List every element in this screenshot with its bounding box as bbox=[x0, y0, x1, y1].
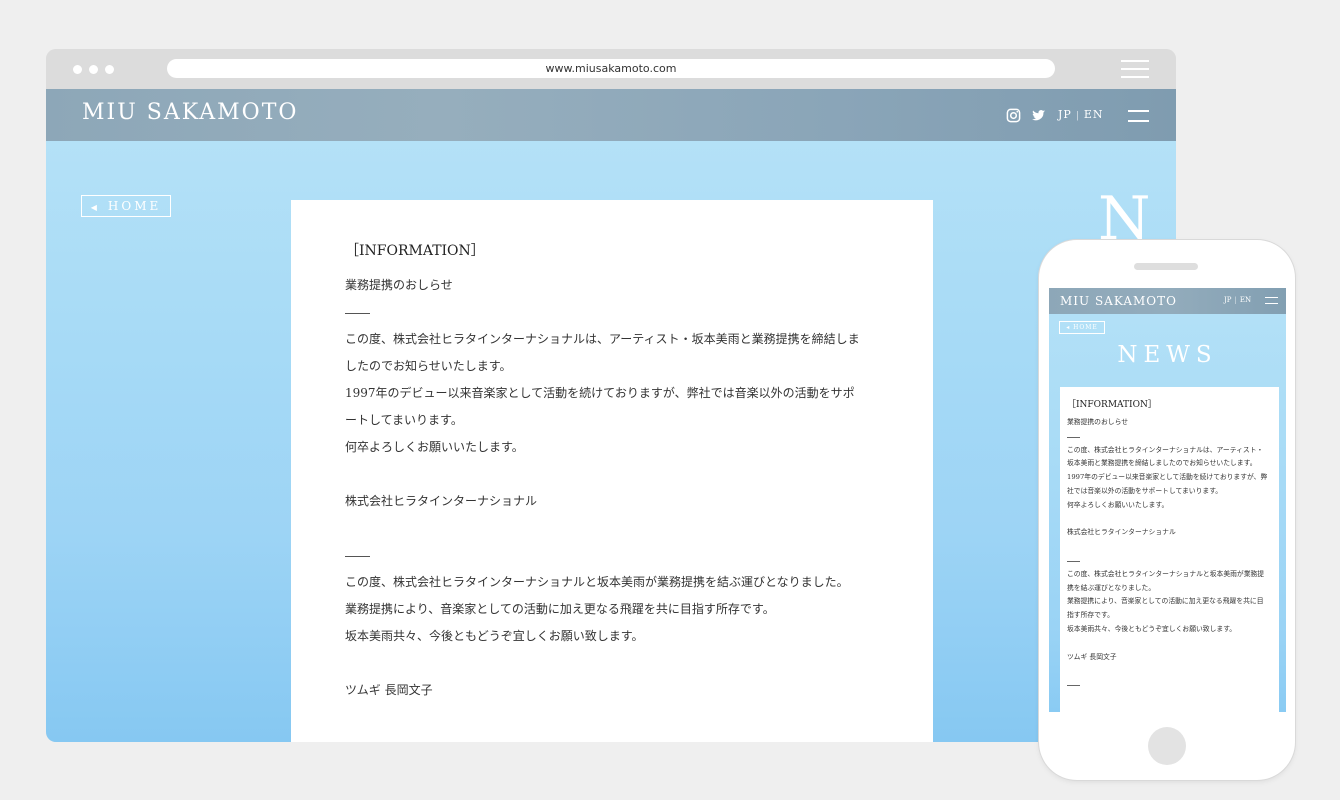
article-line: したのでお知らせいたします。 bbox=[345, 359, 512, 373]
mobile-article-line: 業務提携により、音楽家としての活動に加え更なる飛躍を共に目 bbox=[1067, 597, 1264, 606]
back-triangle-icon: ◀ bbox=[90, 203, 100, 212]
mobile-news-heading: NEWS bbox=[1117, 342, 1218, 368]
site-header: MIU SAKAMOTO JP | EN bbox=[46, 89, 1176, 141]
mobile-lang-en-link[interactable]: EN bbox=[1240, 296, 1251, 304]
mobile-lang-jp-link[interactable]: JP bbox=[1224, 296, 1232, 304]
mobile-article-line: 坂本美雨と業務提携を締結しましたのでお知らせいたします。 bbox=[1067, 459, 1257, 468]
divider bbox=[345, 299, 885, 326]
article-line: 業務提携により、音楽家としての活動に加え更なる飛躍を共に目指す所存です。 bbox=[345, 602, 775, 616]
mobile-home-back-button[interactable]: ◂ HOME bbox=[1059, 321, 1105, 334]
site-logo[interactable]: MIU SAKAMOTO bbox=[82, 100, 298, 125]
twitter-icon[interactable] bbox=[1031, 108, 1046, 123]
mobile-site-logo[interactable]: MIU SAKAMOTO bbox=[1060, 294, 1177, 308]
window-dot-1[interactable] bbox=[73, 65, 82, 74]
mobile-news-article-card: ［INFORMATION］ 業務提携のおしらせ この度、株式会社ヒラタインターナ… bbox=[1060, 387, 1279, 712]
language-switcher: JP | EN bbox=[1058, 108, 1104, 121]
mobile-divider bbox=[1067, 430, 1275, 444]
hamburger-menu-icon[interactable] bbox=[1128, 110, 1149, 122]
news-article-card: ［INFORMATION］ 業務提携のおしらせ この度、株式会社ヒラタインターナ… bbox=[291, 200, 933, 742]
mobile-article-signature: 株式会社ヒラタインターナショナル bbox=[1067, 528, 1176, 537]
window-dot-3[interactable] bbox=[105, 65, 114, 74]
mobile-article-line: 指す所存です。 bbox=[1067, 611, 1114, 620]
mobile-article-title: ［INFORMATION］ bbox=[1067, 400, 1157, 410]
mobile-article-line: この度、株式会社ヒラタインターナショナルは、アーティスト・ bbox=[1067, 445, 1264, 454]
browser-menu-icon[interactable] bbox=[1121, 60, 1149, 78]
home-label: HOME bbox=[107, 199, 162, 213]
mobile-hamburger-menu-icon[interactable] bbox=[1265, 297, 1278, 305]
article-title: ［INFORMATION］ bbox=[345, 243, 485, 259]
lang-en-link[interactable]: EN bbox=[1084, 108, 1104, 121]
site-content: ◀ HOME N ［INFORMATION］ 業務提携のおしらせ この度、株式会社… bbox=[46, 141, 1176, 742]
article-subtitle: 業務提携のおしらせ bbox=[345, 278, 453, 292]
mobile-divider bbox=[1067, 678, 1275, 692]
home-back-button[interactable]: ◀ HOME bbox=[81, 195, 171, 217]
address-bar[interactable]: www.miusakamoto.com bbox=[167, 59, 1055, 78]
mobile-article-line: 1997年のデビュー以来音楽家として活動を続けておりますが、弊 bbox=[1067, 473, 1268, 482]
phone-speaker bbox=[1134, 263, 1198, 270]
article-line: 何卒よろしくお願いいたします。 bbox=[345, 440, 524, 454]
mobile-article-line: 社では音楽以外の活動をサポートしてまいります。 bbox=[1067, 486, 1223, 495]
phone-screen: MIU SAKAMOTO JP | EN ◂ HOME NEWS ［INFORMAT… bbox=[1049, 288, 1286, 712]
mobile-article-line: 坂本美雨共々、今後ともどうぞ宜しくお願い致します。 bbox=[1067, 624, 1237, 633]
mobile-article-signature: ツムギ 長岡文子 bbox=[1067, 652, 1117, 661]
article-line: 1997年のデビュー以来音楽家として活動を続けておりますが、弊社では音楽以外の活… bbox=[345, 386, 855, 400]
mobile-divider bbox=[1067, 554, 1275, 568]
lang-separator: | bbox=[1075, 111, 1080, 121]
mobile-lang-separator: | bbox=[1234, 296, 1237, 304]
mobile-article-line: 携を結ぶ運びとなりました。 bbox=[1067, 583, 1156, 592]
browser-chrome: www.miusakamoto.com bbox=[46, 49, 1176, 89]
desktop-browser-mockup: www.miusakamoto.com MIU SAKAMOTO JP | EN ◀… bbox=[46, 49, 1176, 742]
divider bbox=[345, 731, 885, 742]
window-dot-2[interactable] bbox=[89, 65, 98, 74]
instagram-icon[interactable] bbox=[1006, 108, 1021, 123]
mobile-header: MIU SAKAMOTO JP | EN bbox=[1049, 288, 1286, 314]
mobile-article-line: この度、株式会社ヒラタインターナショナルと坂本美雨が業務提 bbox=[1067, 569, 1265, 578]
phone-mockup: MIU SAKAMOTO JP | EN ◂ HOME NEWS ［INFORMAT… bbox=[1039, 240, 1295, 780]
article-line: この度、株式会社ヒラタインターナショナルは、アーティスト・坂本美雨と業務提携を締… bbox=[345, 332, 860, 346]
article-line: この度、株式会社ヒラタインターナショナルと坂本美雨が業務提携を結ぶ運びとなりまし… bbox=[345, 575, 849, 589]
phone-home-button[interactable] bbox=[1148, 727, 1186, 765]
mobile-article-subtitle: 業務提携のおしらせ bbox=[1067, 418, 1129, 426]
mobile-article-line: 何卒よろしくお願いいたします。 bbox=[1067, 500, 1169, 509]
divider bbox=[345, 542, 885, 569]
mobile-language-switcher: JP | EN bbox=[1224, 296, 1251, 304]
article-line: 坂本美雨共々、今後ともどうぞ宜しくお願い致します。 bbox=[345, 629, 644, 643]
article-line: ートしてまいります。 bbox=[345, 413, 463, 427]
lang-jp-link[interactable]: JP bbox=[1058, 108, 1072, 121]
article-signature: 株式会社ヒラタインターナショナル bbox=[345, 494, 538, 508]
article-signature: ツムギ 長岡文子 bbox=[345, 683, 433, 697]
